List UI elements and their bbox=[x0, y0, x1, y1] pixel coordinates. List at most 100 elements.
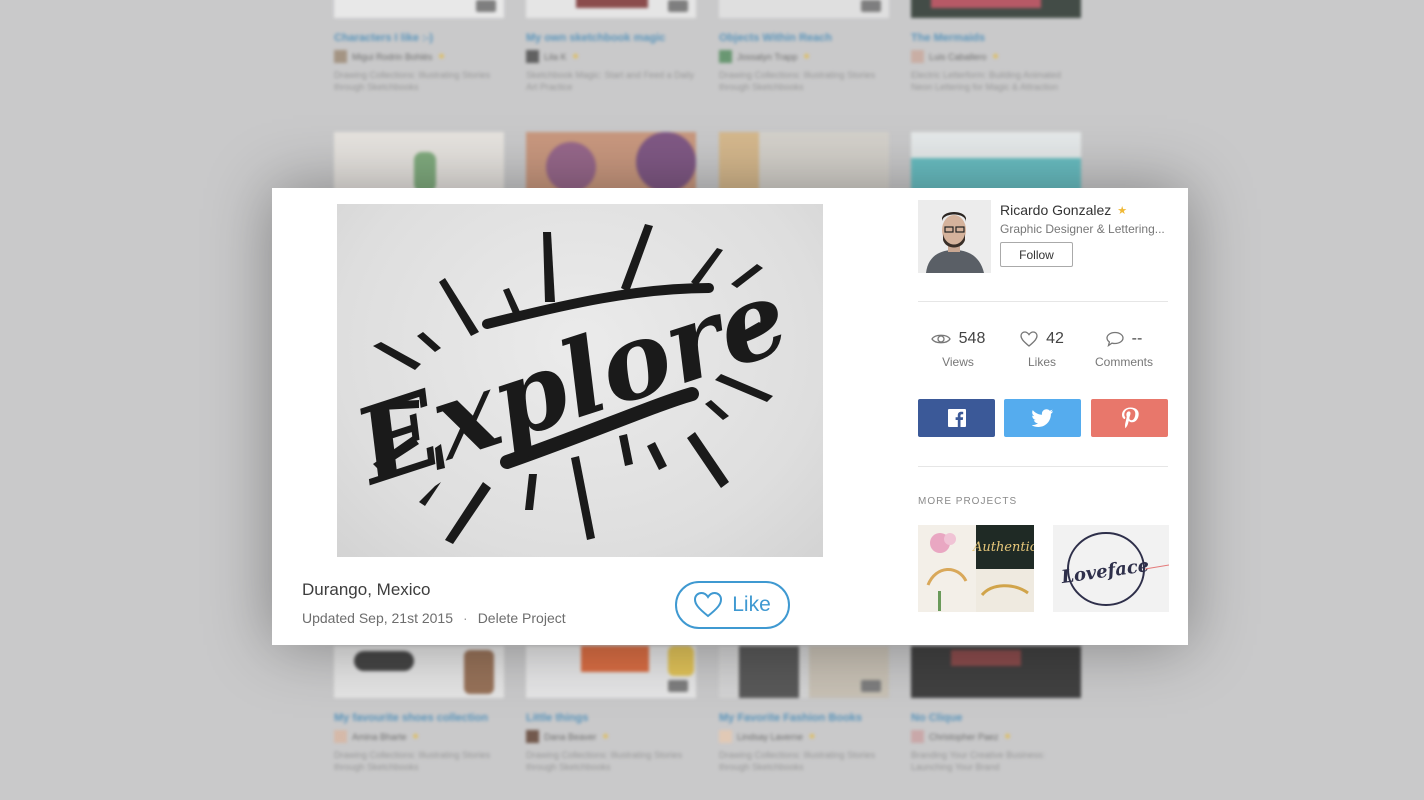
card-author: Migui Rodrin Bohlés ★ bbox=[334, 50, 504, 63]
avatar bbox=[911, 50, 924, 63]
card-title[interactable]: My Favorite Fashion Books bbox=[719, 712, 889, 724]
artwork-word: Explore bbox=[339, 254, 802, 509]
author-name: Lila K bbox=[544, 51, 567, 62]
updated-date: Updated Sep, 21st 2015 bbox=[302, 610, 454, 626]
more-project-item[interactable]: Loveface bbox=[1053, 525, 1169, 612]
twitter-share-button[interactable] bbox=[1004, 399, 1081, 437]
card-title[interactable]: No Clique bbox=[911, 712, 1081, 724]
views-label: Views bbox=[942, 355, 974, 369]
avatar bbox=[719, 50, 732, 63]
heart-icon bbox=[694, 592, 723, 618]
camera-icon bbox=[861, 0, 881, 12]
more-project-item[interactable]: Authentic bbox=[918, 525, 1034, 612]
star-icon: ★ bbox=[571, 51, 580, 61]
card-thumbnail bbox=[911, 646, 1081, 698]
star-icon: ★ bbox=[1003, 731, 1012, 741]
project-thumbnail: Loveface bbox=[1053, 525, 1169, 612]
project-thumbnail: Authentic bbox=[918, 525, 1034, 612]
comments-stat: -- Comments bbox=[1084, 328, 1164, 369]
explore-lettering-artwork: Explore bbox=[339, 224, 802, 544]
gallery-card[interactable]: My favourite shoes collection Amina Bhar… bbox=[334, 646, 504, 773]
gallery-card[interactable]: Objects Within Reach Jossalyn Trapp ★ Dra… bbox=[719, 0, 889, 93]
project-modal: Explore Durango, Mexico Updated Sep, 21s… bbox=[272, 188, 1188, 645]
card-author: Amina Bharte ★ bbox=[334, 730, 504, 743]
card-description: Drawing Collections: Illustrating Storie… bbox=[526, 750, 683, 772]
project-meta: Updated Sep, 21st 2015 · Delete Project bbox=[302, 610, 566, 626]
author-avatar[interactable] bbox=[918, 200, 991, 273]
author-photo bbox=[918, 200, 991, 273]
likes-count: 42 bbox=[1046, 330, 1064, 347]
comment-bubble-icon bbox=[1106, 331, 1124, 347]
meta-separator: · bbox=[463, 610, 468, 626]
star-icon: ★ bbox=[808, 731, 817, 741]
project-location: Durango, Mexico bbox=[302, 580, 431, 599]
facebook-share-button[interactable] bbox=[918, 399, 995, 437]
facebook-icon bbox=[947, 409, 966, 427]
card-description: Drawing Collections: Illustrating Storie… bbox=[334, 70, 491, 92]
card-author: Lila K ★ bbox=[526, 50, 696, 63]
gallery-card[interactable]: My Favorite Fashion Books Lindsay Lavern… bbox=[719, 646, 889, 773]
card-author: Lindsay Laverne ★ bbox=[719, 730, 889, 743]
card-thumbnail bbox=[719, 646, 889, 698]
author-name: Christopher Paez bbox=[929, 731, 999, 742]
card-description: Branding Your Creative Business: Launchi… bbox=[911, 750, 1046, 772]
gallery-card[interactable]: No Clique Christopher Paez ★ Branding You… bbox=[911, 646, 1081, 773]
star-icon: ★ bbox=[1117, 204, 1128, 217]
eye-icon bbox=[930, 334, 951, 344]
card-thumbnail bbox=[526, 132, 696, 192]
card-thumbnail bbox=[911, 132, 1081, 192]
avatar bbox=[526, 50, 539, 63]
author-title: Graphic Designer & Lettering... bbox=[1000, 222, 1165, 236]
gallery-card[interactable]: The Mermaids Luis Caballero ★ Electric Le… bbox=[911, 0, 1081, 93]
pinterest-icon bbox=[1121, 407, 1139, 429]
star-icon: ★ bbox=[411, 731, 420, 741]
project-artwork[interactable]: Explore bbox=[337, 204, 823, 557]
views-stat: 548 Views bbox=[918, 328, 998, 369]
divider bbox=[918, 301, 1168, 302]
author-name: Jossalyn Trapp bbox=[737, 51, 798, 62]
follow-button[interactable]: Follow bbox=[1000, 242, 1073, 267]
card-description: Electric Letterform: Building Animated N… bbox=[911, 70, 1062, 92]
avatar bbox=[526, 730, 539, 743]
likes-stat: 42 Likes bbox=[1002, 328, 1082, 369]
avatar bbox=[719, 730, 732, 743]
camera-icon bbox=[861, 680, 881, 692]
card-thumbnail bbox=[334, 0, 504, 18]
star-icon: ★ bbox=[437, 51, 446, 61]
delete-project-link[interactable]: Delete Project bbox=[478, 610, 566, 626]
gallery-card[interactable]: Characters I like :-) Migui Rodrin Bohlé… bbox=[334, 0, 504, 93]
card-description: Drawing Collections: Illustrating Storie… bbox=[334, 750, 491, 772]
card-author: Jossalyn Trapp ★ bbox=[719, 50, 889, 63]
author-name: Lindsay Laverne bbox=[737, 731, 804, 742]
comments-label: Comments bbox=[1094, 355, 1153, 369]
svg-text:Authentic: Authentic bbox=[972, 540, 1034, 555]
gallery-card[interactable]: My own sketchbook magic Lila K ★ Sketchbo… bbox=[526, 0, 696, 93]
star-icon: ★ bbox=[601, 731, 610, 741]
card-author: Luis Caballero ★ bbox=[911, 50, 1081, 63]
gallery-card[interactable]: Little things Dana Beaver ★ Drawing Colle… bbox=[526, 646, 696, 773]
card-title[interactable]: My own sketchbook magic bbox=[526, 32, 696, 44]
avatar bbox=[334, 730, 347, 743]
card-title[interactable]: My favourite shoes collection bbox=[334, 712, 504, 724]
card-author: Dana Beaver ★ bbox=[526, 730, 696, 743]
star-icon: ★ bbox=[802, 51, 811, 61]
like-button[interactable]: Like bbox=[675, 581, 790, 629]
card-title[interactable]: The Mermaids bbox=[911, 32, 1081, 44]
card-title[interactable]: Characters I like :-) bbox=[334, 32, 504, 44]
author-name[interactable]: Ricardo Gonzalez bbox=[1000, 202, 1111, 218]
avatar bbox=[911, 730, 924, 743]
like-label: Like bbox=[732, 593, 771, 616]
card-title[interactable]: Objects Within Reach bbox=[719, 32, 889, 44]
card-title[interactable]: Little things bbox=[526, 712, 696, 724]
card-thumbnail bbox=[526, 646, 696, 698]
card-description: Drawing Collections: Illustrating Storie… bbox=[719, 70, 876, 92]
pinterest-share-button[interactable] bbox=[1091, 399, 1168, 437]
camera-icon bbox=[668, 680, 688, 692]
more-projects-heading: MORE PROJECTS bbox=[918, 496, 1018, 507]
heart-icon bbox=[1020, 331, 1038, 347]
card-description: Drawing Collections: Illustrating Storie… bbox=[719, 750, 876, 772]
author-name: Luis Caballero bbox=[929, 51, 987, 62]
card-thumbnail bbox=[719, 0, 889, 18]
twitter-icon bbox=[1031, 409, 1053, 427]
likes-label: Likes bbox=[1027, 355, 1056, 369]
